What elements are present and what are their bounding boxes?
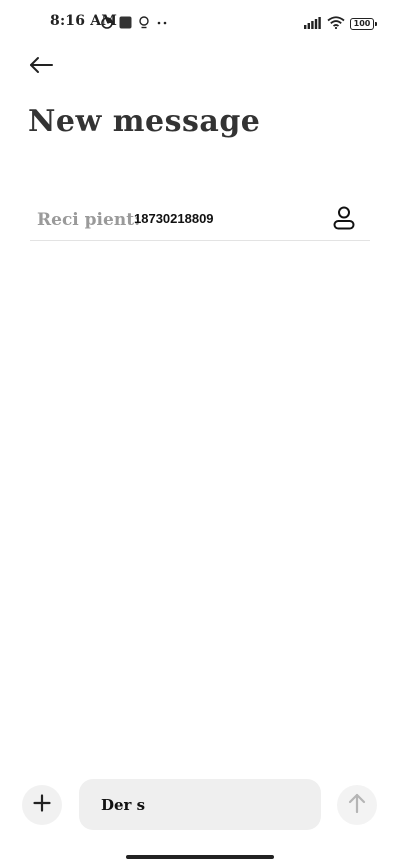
plus-icon bbox=[33, 794, 51, 816]
home-indicator[interactable] bbox=[126, 855, 274, 859]
arrow-up-icon bbox=[348, 793, 366, 817]
more-dots-icon bbox=[156, 14, 168, 33]
message-input[interactable]: Der s bbox=[79, 779, 321, 830]
message-text: Der s bbox=[101, 795, 146, 814]
page-title: New message bbox=[28, 104, 261, 139]
battery-icon: 100 bbox=[350, 17, 377, 30]
arrow-left-icon bbox=[29, 56, 53, 78]
status-icons-left bbox=[101, 14, 168, 33]
wifi-icon bbox=[327, 14, 345, 33]
signal-icon bbox=[304, 14, 322, 33]
person-icon bbox=[333, 206, 355, 234]
send-button[interactable] bbox=[337, 785, 377, 825]
recipient-row[interactable]: Reci pient: 18730218809 bbox=[30, 196, 370, 241]
recipient-field[interactable]: 18730218809 bbox=[134, 211, 214, 226]
add-attachment-button[interactable] bbox=[22, 785, 62, 825]
screen: 8:16 AM 100 New message Reci pient: 1873… bbox=[0, 0, 400, 866]
app-square-icon bbox=[119, 14, 132, 33]
status-bar: 8:16 AM 100 bbox=[0, 0, 400, 44]
back-button[interactable] bbox=[26, 54, 56, 80]
bulb-icon bbox=[138, 14, 150, 33]
contact-picker-button[interactable] bbox=[332, 206, 356, 234]
recipient-label: Reci pient: bbox=[37, 210, 141, 230]
status-icons-right: 100 bbox=[304, 14, 377, 33]
sync-icon bbox=[101, 14, 113, 33]
